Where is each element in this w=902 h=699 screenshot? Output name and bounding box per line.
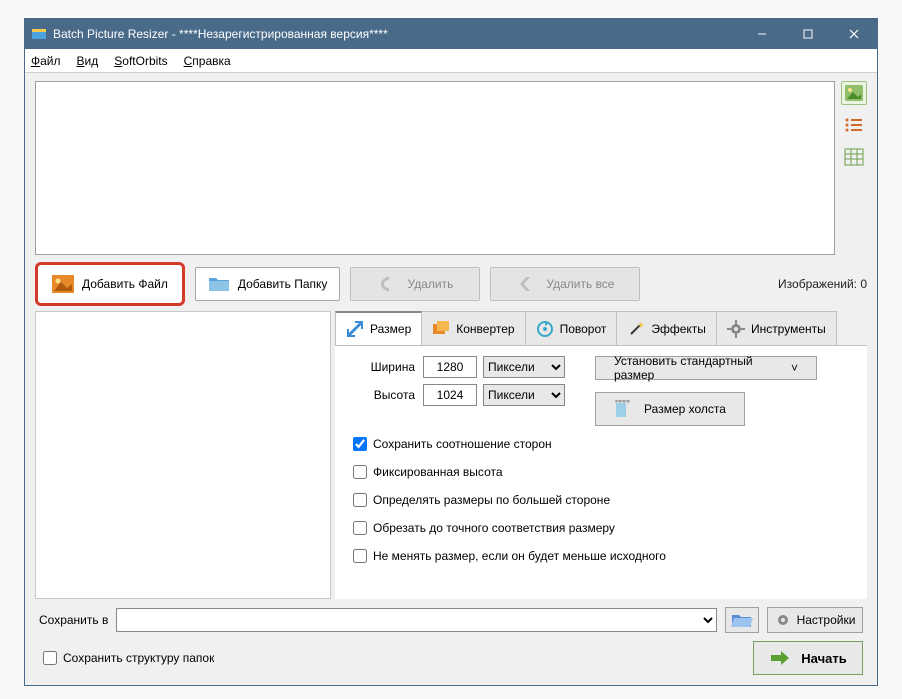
canvas-size-button[interactable]: Размер холста	[595, 392, 745, 426]
add-folder-label: Добавить Папку	[238, 277, 328, 291]
app-icon	[31, 26, 47, 42]
gear-icon	[775, 612, 791, 628]
tab-tools[interactable]: Инструменты	[716, 311, 837, 345]
height-input[interactable]	[423, 384, 477, 406]
canvas-icon	[614, 399, 634, 419]
chevron-down-icon: ˅	[791, 361, 798, 375]
delete-icon	[378, 275, 400, 293]
delete-label: Удалить	[408, 277, 454, 291]
tab-converter[interactable]: Конвертер	[421, 311, 525, 345]
tab-rotate[interactable]: Поворот	[525, 311, 618, 345]
menubar: Файл Вид SoftOrbits Справка	[25, 49, 877, 73]
file-list-area[interactable]	[35, 81, 835, 255]
rotate-icon	[536, 320, 554, 338]
chk-no-enlarge[interactable]: Не менять размер, если он будет меньше и…	[349, 546, 853, 566]
tab-effects[interactable]: Эффекты	[616, 311, 717, 345]
width-input[interactable]	[423, 356, 477, 378]
maximize-button[interactable]	[785, 19, 831, 49]
menu-file[interactable]: Файл	[31, 54, 61, 68]
width-unit-select[interactable]: Пиксели	[483, 356, 565, 378]
arrow-right-icon	[769, 649, 791, 667]
chk-aspect[interactable]: Сохранить соотношение сторон	[349, 434, 853, 454]
titlebar: Batch Picture Resizer - ****Незарегистри…	[25, 19, 877, 49]
add-file-label: Добавить Файл	[82, 277, 168, 291]
chk-longest-side[interactable]: Определять размеры по большей стороне	[349, 490, 853, 510]
save-in-label: Сохранить в	[39, 613, 108, 627]
tab-body-size: Ширина Пиксели Высота Пиксели	[335, 345, 867, 599]
converter-icon	[432, 320, 450, 338]
window-title: Batch Picture Resizer - ****Незарегистри…	[53, 27, 739, 41]
delete-all-button[interactable]: Удалить все	[490, 267, 640, 301]
delete-all-label: Удалить все	[546, 277, 614, 291]
minimize-button[interactable]	[739, 19, 785, 49]
open-folder-icon	[731, 611, 753, 629]
chk-crop[interactable]: Обрезать до точного соответствия размеру	[349, 518, 853, 538]
resize-icon	[346, 320, 364, 338]
width-label: Ширина	[349, 360, 415, 374]
folder-icon	[208, 275, 230, 293]
save-path-select[interactable]	[116, 608, 717, 632]
chk-keep-structure[interactable]: Сохранить структуру папок	[39, 648, 214, 668]
add-folder-button[interactable]: Добавить Папку	[195, 267, 341, 301]
preview-panel	[35, 311, 331, 599]
app-window: Batch Picture Resizer - ****Незарегистри…	[24, 18, 878, 686]
add-file-button[interactable]: Добавить Файл	[35, 262, 185, 306]
delete-all-icon	[516, 275, 538, 293]
picture-icon	[52, 275, 74, 293]
tab-size[interactable]: Размер	[335, 311, 422, 345]
close-button[interactable]	[831, 19, 877, 49]
tabs: Размер Конвертер Поворот Эффекты	[335, 311, 867, 345]
height-unit-select[interactable]: Пиксели	[483, 384, 565, 406]
settings-button[interactable]: Настройки	[767, 607, 863, 633]
wand-icon	[627, 320, 645, 338]
images-count-label: Изображений: 0	[778, 277, 867, 291]
height-label: Высота	[349, 388, 415, 402]
chk-fixed-height[interactable]: Фиксированная высота	[349, 462, 853, 482]
gear-icon	[727, 320, 745, 338]
view-list-button[interactable]	[841, 113, 867, 137]
start-button[interactable]: Начать	[753, 641, 863, 675]
menu-softorbits[interactable]: SoftOrbits	[114, 54, 167, 68]
view-details-button[interactable]	[841, 145, 867, 169]
delete-button[interactable]: Удалить	[350, 267, 480, 301]
standard-size-button[interactable]: Установить стандартный размер ˅	[595, 356, 817, 380]
view-thumbnails-button[interactable]	[841, 81, 867, 105]
menu-view[interactable]: Вид	[77, 54, 99, 68]
menu-help[interactable]: Справка	[184, 54, 231, 68]
browse-folder-button[interactable]	[725, 607, 759, 633]
